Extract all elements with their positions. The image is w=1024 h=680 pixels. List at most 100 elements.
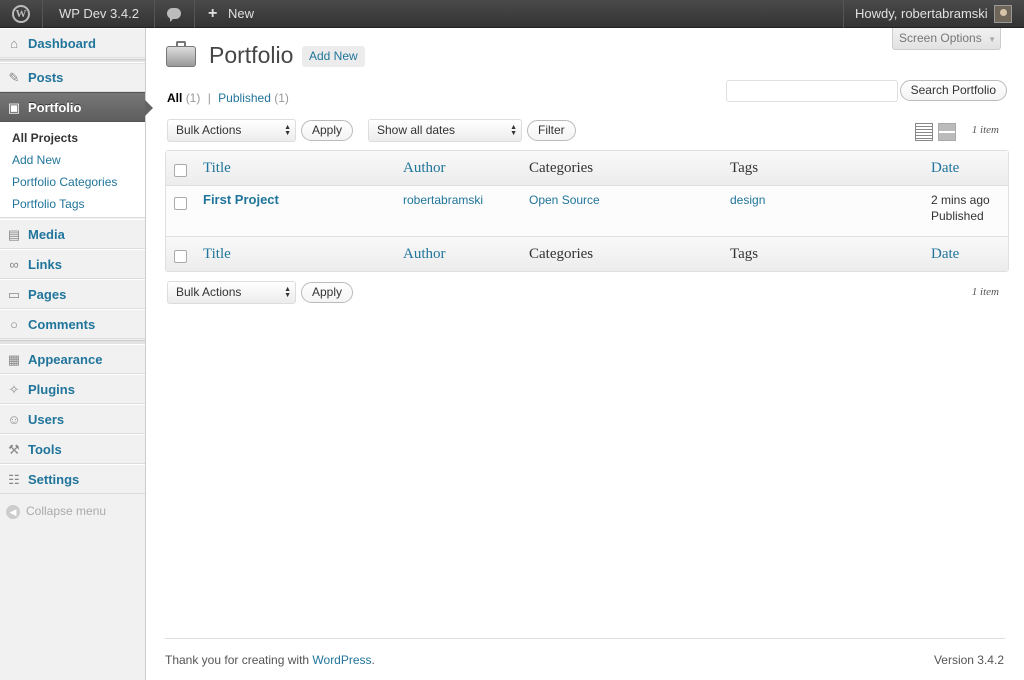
admin-sidebar: ⌂ Dashboard ✎ Posts ▣ Portfolio All Proj…	[0, 28, 153, 680]
new-content-link[interactable]: New	[228, 0, 254, 28]
submenu-add-new[interactable]: Add New	[12, 153, 61, 167]
item-count-bottom: 1 item	[971, 286, 999, 298]
admin-bar-divider	[843, 0, 844, 28]
submenu-all-projects[interactable]: All Projects	[12, 131, 78, 145]
admin-bar-divider	[42, 0, 43, 28]
filter-divider: |	[207, 91, 211, 105]
sidebar-item-label: Media	[28, 227, 65, 242]
select-all-checkbox[interactable]	[174, 164, 187, 177]
sidebar-item-plugins[interactable]: ✧ Plugins	[0, 374, 145, 404]
column-date-header[interactable]: Date	[931, 160, 959, 177]
sidebar-item-pages[interactable]: ▭ Pages	[0, 279, 145, 309]
date-filter-select[interactable]: Show all dates ▲ ▼	[368, 119, 522, 142]
tag-link[interactable]: design	[730, 193, 765, 207]
portfolio-briefcase-icon	[166, 40, 196, 68]
select-arrows-icon: ▲ ▼	[284, 286, 291, 299]
comment-icon: ○	[10, 317, 18, 332]
wordpress-link[interactable]: WordPress	[312, 653, 371, 667]
column-author-header[interactable]: Author	[403, 160, 446, 177]
pages-icon: ▭	[7, 287, 21, 302]
submenu-portfolio-categories[interactable]: Portfolio Categories	[12, 175, 117, 189]
avatar[interactable]	[994, 5, 1012, 23]
comments-bubble-icon[interactable]	[167, 8, 181, 22]
column-categories-header: Categories	[529, 160, 594, 176]
filter-button[interactable]: Filter	[527, 120, 576, 141]
sidebar-item-media[interactable]: ▤ Media	[0, 219, 145, 249]
sidebar-item-label: Comments	[28, 317, 96, 332]
table-header: Title Author Categories Tags Date	[166, 151, 1008, 186]
column-title-header[interactable]: Title	[203, 160, 231, 177]
select-arrows-icon: ▲ ▼	[284, 124, 291, 137]
sidebar-item-label: Appearance	[28, 352, 103, 367]
add-new-button[interactable]: Add New	[302, 46, 365, 67]
project-title-link[interactable]: First Project	[203, 192, 279, 207]
sidebar-item-label: Users	[28, 412, 65, 427]
select-all-checkbox-footer[interactable]	[174, 250, 187, 263]
table-footer: Title Author Categories Tags Date	[166, 236, 1008, 271]
sidebar-item-dashboard[interactable]: ⌂ Dashboard	[0, 28, 145, 58]
sidebar-item-label: Pages	[28, 287, 67, 302]
plus-icon[interactable]: +	[208, 0, 217, 28]
footer-thanks-text: Thank you for creating with	[165, 653, 313, 667]
sidebar-item-comments[interactable]: ○ Comments	[0, 309, 145, 339]
select-arrows-icon: ▲ ▼	[510, 124, 517, 137]
filter-published-link[interactable]: Published	[218, 91, 271, 105]
column-title-footer[interactable]: Title	[203, 246, 231, 263]
sidebar-item-links[interactable]: ∞ Links	[0, 249, 145, 279]
sidebar-item-users[interactable]: ☺ Users	[0, 404, 145, 434]
footer-version: Version 3.4.2	[933, 653, 1004, 667]
table-row: First Project robertabramski Open Source…	[166, 186, 1008, 236]
wordpress-logo-icon[interactable]: W	[12, 5, 30, 23]
footer-divider	[165, 638, 1005, 639]
main-content: Screen Options ▼ Portfolio Add New All (…	[146, 28, 1024, 680]
column-author-footer[interactable]: Author	[403, 246, 446, 263]
author-link[interactable]: robertabramski	[403, 193, 483, 207]
submenu-portfolio-tags[interactable]: Portfolio Tags	[12, 197, 85, 211]
search-portfolio-button[interactable]: Search Portfolio	[899, 80, 1007, 101]
status-filter-links: All (1) | Published (1)	[167, 91, 289, 105]
dashboard-icon: ⌂	[10, 36, 18, 51]
bulk-actions-select[interactable]: Bulk Actions ▲ ▼	[167, 119, 296, 142]
excerpt-view-icon[interactable]	[938, 123, 956, 141]
date-value: 2 mins ago	[931, 193, 990, 207]
filter-published-count: (1)	[274, 91, 289, 105]
sidebar-item-posts[interactable]: ✎ Posts	[0, 62, 145, 92]
footer-period: .	[371, 653, 375, 667]
apply-button-bottom[interactable]: Apply	[301, 282, 354, 303]
footer-credit: Thank you for creating with WordPress.	[165, 653, 375, 667]
chevron-down-icon: ▼	[988, 35, 996, 44]
filter-all-link[interactable]: All	[167, 91, 182, 105]
column-tags-footer: Tags	[730, 246, 759, 262]
filter-all-count: (1)	[185, 91, 201, 105]
column-tags-header: Tags	[730, 160, 759, 176]
collapse-menu-label: Collapse menu	[26, 504, 107, 518]
column-date-footer[interactable]: Date	[931, 246, 959, 263]
list-view-icon[interactable]	[915, 123, 933, 141]
plug-icon: ✧	[8, 382, 20, 397]
search-input[interactable]	[726, 80, 898, 102]
status-value: Published	[931, 209, 984, 223]
sidebar-item-appearance[interactable]: ▦ Appearance	[0, 344, 145, 374]
media-icon: ▤	[7, 227, 21, 242]
appearance-icon: ▦	[7, 352, 21, 367]
sidebar-item-portfolio[interactable]: ▣ Portfolio	[0, 92, 153, 122]
howdy-user-link[interactable]: Howdy, robertabramski	[855, 0, 988, 28]
sidebar-item-tools[interactable]: ⚒ Tools	[0, 434, 145, 464]
projects-table: Title Author Categories Tags Date First …	[165, 150, 1009, 272]
screen-options-button[interactable]: Screen Options ▼	[892, 28, 1001, 50]
category-link[interactable]: Open Source	[529, 193, 600, 207]
collapse-menu-button[interactable]: ◀ Collapse menu	[6, 504, 106, 519]
admin-bar-divider	[194, 0, 195, 28]
row-checkbox[interactable]	[174, 197, 187, 210]
sidebar-item-settings[interactable]: ☷ Settings	[0, 464, 145, 494]
apply-button[interactable]: Apply	[301, 120, 354, 141]
column-categories-footer: Categories	[529, 246, 594, 262]
bulk-actions-select-bottom[interactable]: Bulk Actions ▲ ▼	[167, 281, 296, 304]
item-count: 1 item	[971, 124, 999, 136]
admin-bar-divider	[154, 0, 155, 28]
sidebar-item-label: Posts	[28, 70, 64, 85]
sidebar-item-label: Settings	[28, 472, 80, 487]
bulk-actions-value: Bulk Actions	[176, 285, 242, 299]
collapse-arrow-icon: ◀	[6, 504, 20, 519]
site-name-link[interactable]: WP Dev 3.4.2	[59, 0, 139, 28]
